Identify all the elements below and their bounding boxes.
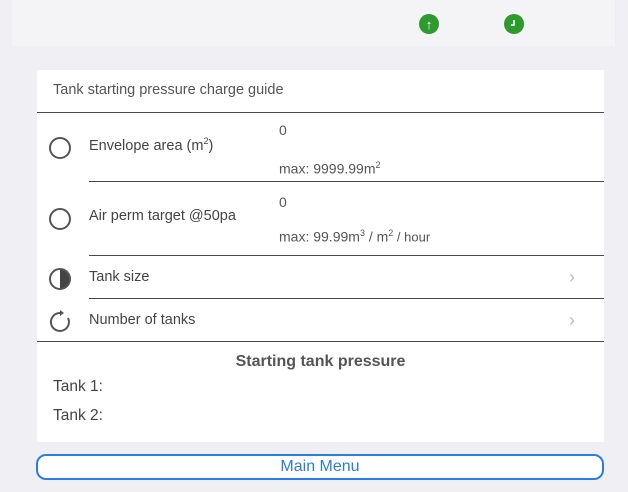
tank-2-label: Tank 2:	[53, 407, 103, 424]
envelope-area-radio[interactable]	[49, 137, 71, 159]
clock-icon[interactable]	[504, 14, 524, 34]
refresh-icon	[49, 310, 70, 332]
charge-guide-card: Tank starting pressure charge guide Enve…	[37, 70, 604, 442]
number-of-tanks-label[interactable]: Number of tanks	[89, 312, 195, 328]
half-circle-icon	[49, 268, 71, 290]
envelope-area-max: max: 9999.99m2	[279, 160, 381, 177]
section-title: Starting tank pressure	[235, 353, 406, 370]
card-title: Tank starting pressure charge guide	[53, 82, 284, 98]
envelope-area-input[interactable]: 0	[279, 122, 287, 138]
air-perm-label: Air perm target @50pa	[89, 208, 236, 224]
top-bar: ↑	[12, 0, 615, 46]
envelope-area-label: Envelope area (m2)	[89, 136, 214, 154]
clock-hands	[511, 20, 515, 26]
air-perm-radio[interactable]	[49, 208, 71, 230]
tank-1-label: Tank 1:	[53, 378, 103, 395]
divider	[37, 341, 604, 342]
divider	[89, 181, 604, 182]
divider	[37, 112, 604, 113]
chevron-right-icon[interactable]: ›	[569, 267, 575, 288]
divider	[89, 255, 604, 256]
chevron-right-icon[interactable]: ›	[569, 310, 575, 331]
air-perm-input[interactable]: 0	[279, 194, 287, 210]
main-menu-button[interactable]: Main Menu	[36, 454, 604, 480]
air-perm-max: max: 99.99m3 / m2 / hour	[279, 228, 431, 245]
tank-size-label[interactable]: Tank size	[89, 269, 149, 285]
divider	[89, 298, 604, 299]
arrow-up-circle-icon[interactable]: ↑	[419, 14, 439, 34]
